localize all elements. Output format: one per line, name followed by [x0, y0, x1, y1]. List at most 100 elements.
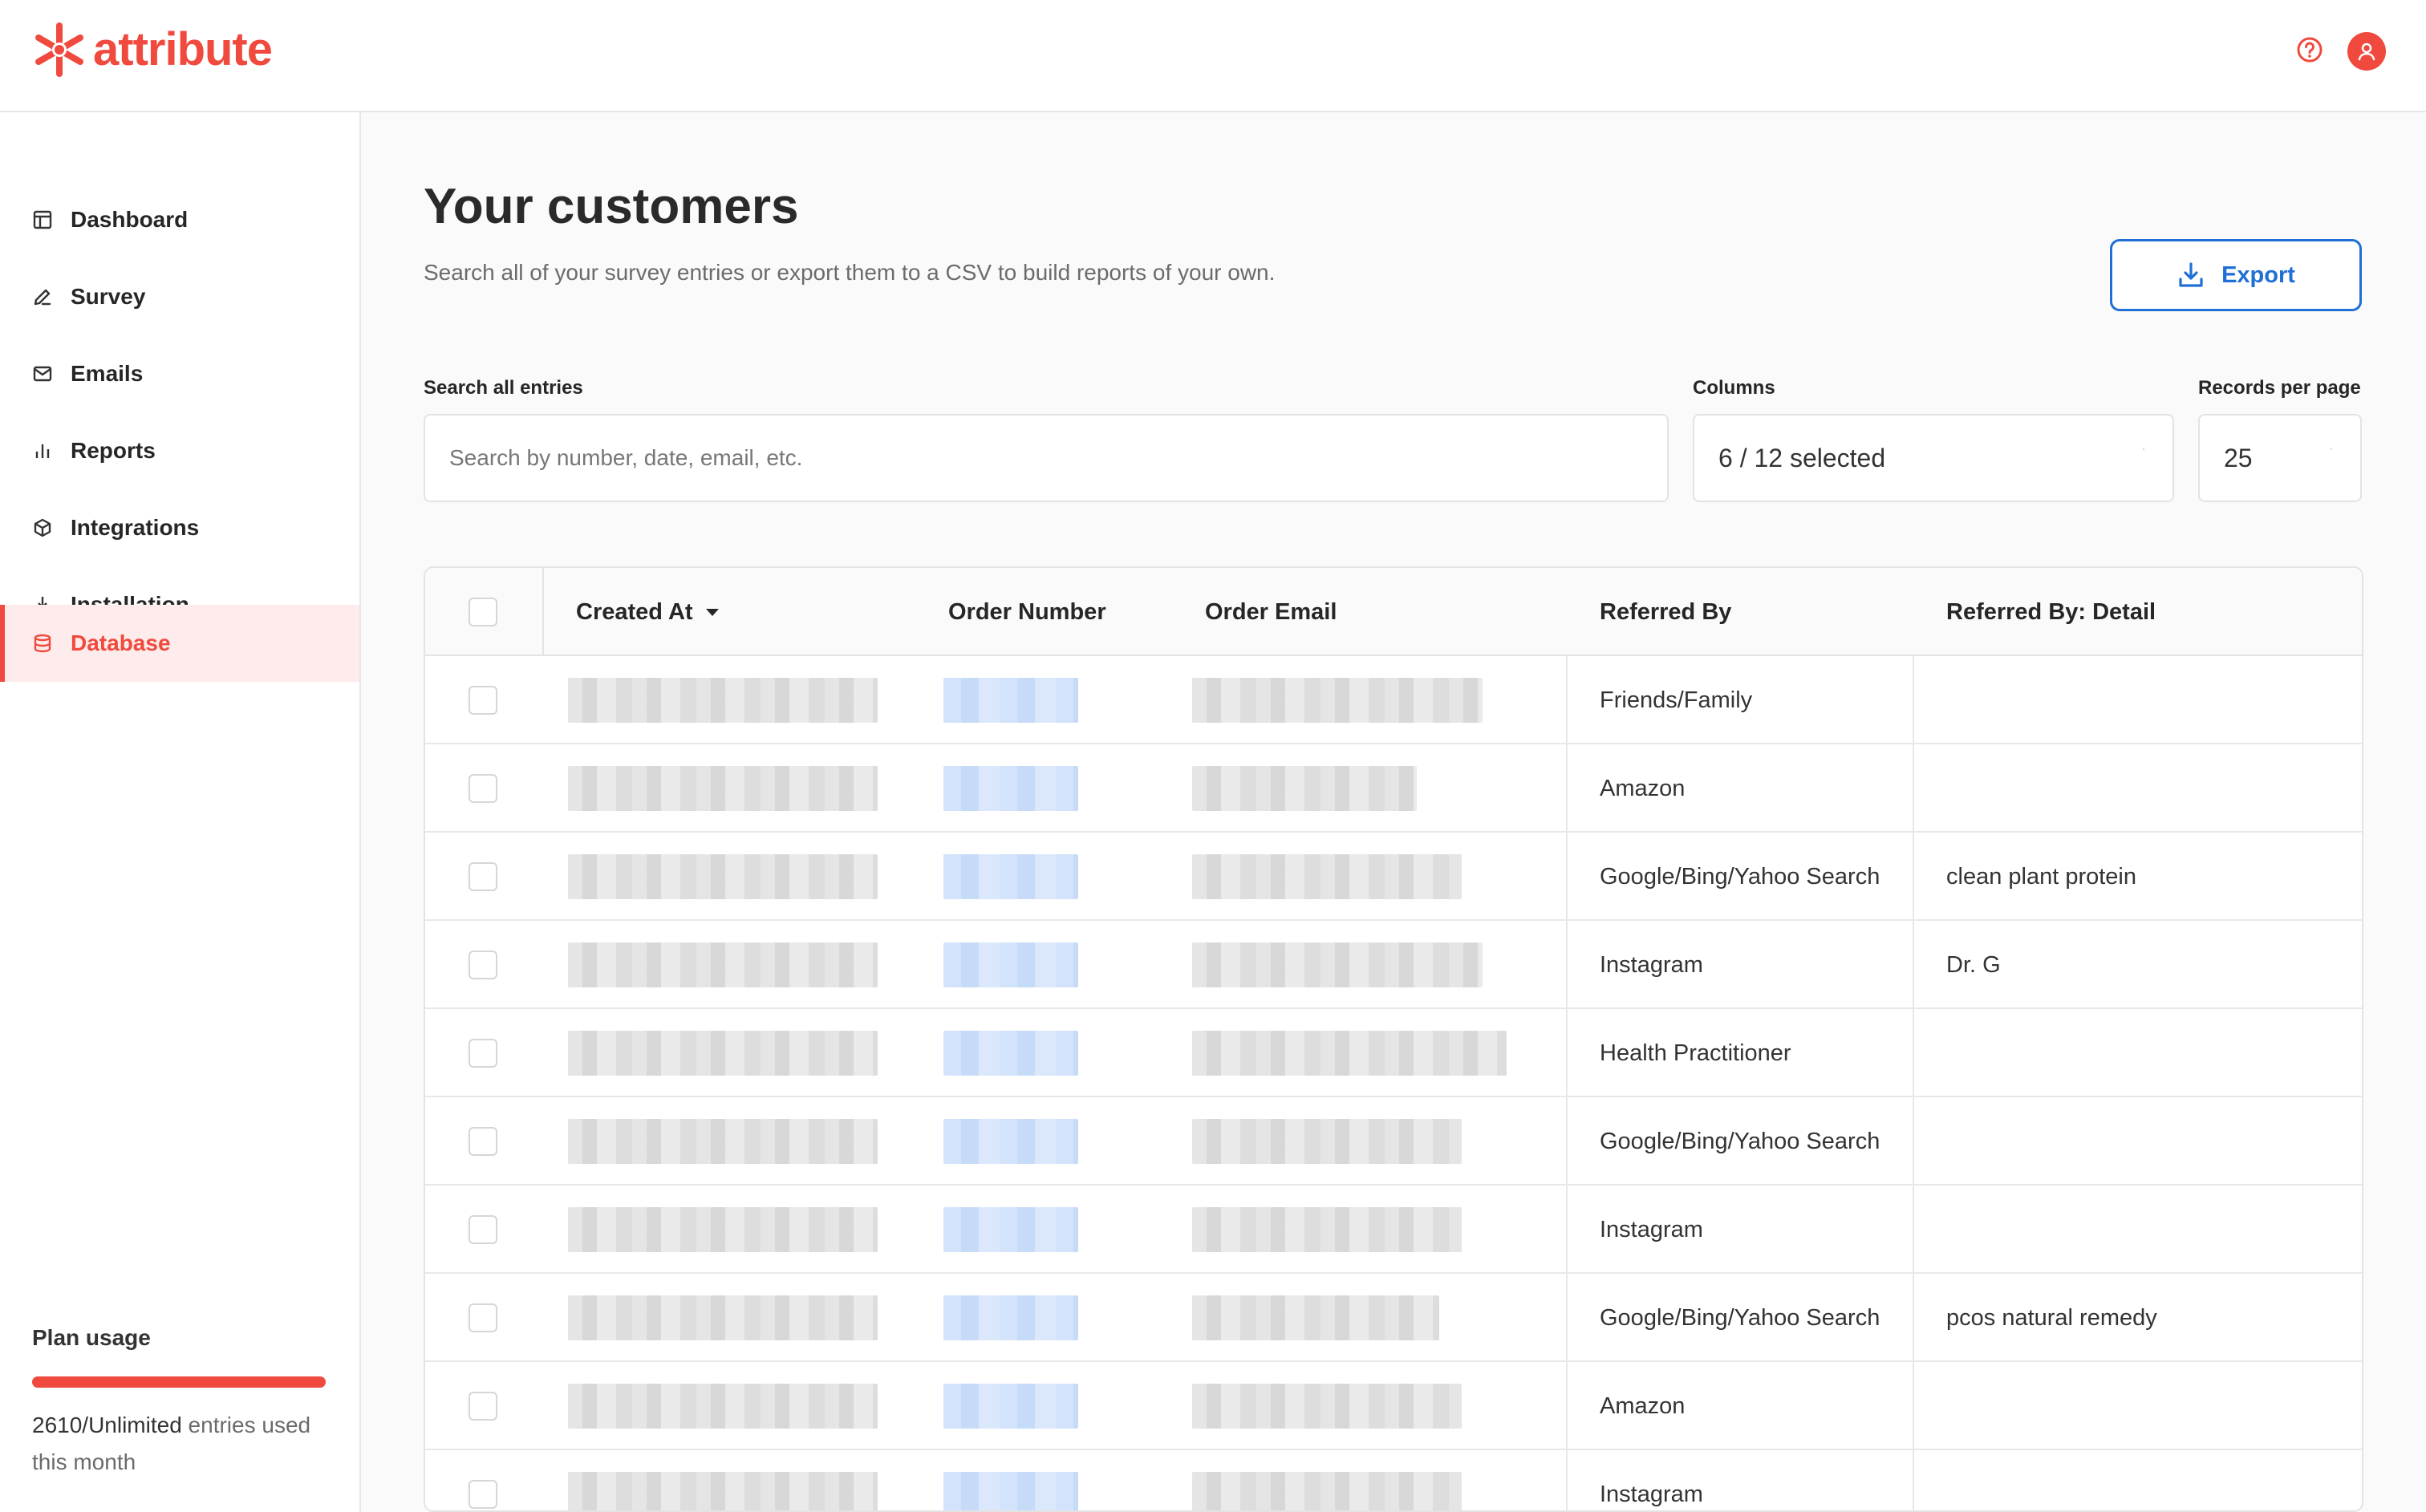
cell-divider — [1566, 921, 1568, 1009]
select-all-checkbox[interactable] — [469, 598, 497, 626]
row-checkbox[interactable] — [469, 1392, 497, 1421]
referred-by-cell: Amazon — [1600, 775, 1686, 801]
sidebar-item-label: Survey — [71, 284, 146, 309]
sidebar-item-label: Dashboard — [71, 207, 189, 232]
table-row[interactable]: Instagram — [425, 1186, 2362, 1274]
redacted-created-at — [568, 766, 878, 811]
column-header-referred-by[interactable]: Referred By — [1600, 568, 1731, 656]
sidebar-item-label: Integrations — [71, 515, 200, 540]
cell-divider — [1566, 1186, 1568, 1274]
row-checkbox[interactable] — [469, 1480, 497, 1509]
column-header-label: Created At — [576, 598, 693, 625]
cell-divider — [1566, 1450, 1568, 1510]
cell-divider — [1913, 1097, 1914, 1186]
table-row[interactable]: Health Practitioner — [425, 1009, 2362, 1097]
cell-divider — [1913, 656, 1914, 744]
plan-usage-value: 2610/Unlimited — [32, 1413, 182, 1437]
referred-by-cell: Instagram — [1600, 1216, 1703, 1242]
mail-icon — [33, 366, 52, 382]
table-row[interactable]: Friends/Family — [425, 656, 2362, 744]
columns-select-value: 6 / 12 selected — [1718, 443, 1886, 472]
customers-table: Created At Order Number Order Email Refe… — [424, 566, 2363, 1512]
redacted-order-email — [1192, 1384, 1462, 1429]
row-checkbox[interactable] — [469, 1215, 497, 1244]
app-logo[interactable]: attribute — [30, 21, 273, 79]
cell-divider — [1566, 744, 1568, 833]
search-input[interactable] — [449, 445, 1667, 471]
cube-icon — [34, 518, 51, 537]
column-header-referred-by-detail[interactable]: Referred By: Detail — [1946, 568, 2156, 656]
export-button[interactable]: Export — [2110, 239, 2362, 311]
cell-divider — [1566, 1362, 1568, 1450]
question-circle-icon[interactable] — [2296, 36, 2323, 63]
cell-divider — [1566, 1274, 1568, 1362]
plan-usage-title: Plan usage — [32, 1325, 151, 1350]
row-checkbox[interactable] — [469, 1039, 497, 1068]
referred-by-detail-cell: pcos natural remedy — [1946, 1304, 2157, 1331]
table-row[interactable]: Google/Bing/Yahoo Search — [425, 1097, 2362, 1186]
redacted-created-at — [568, 1031, 878, 1076]
redacted-created-at — [568, 942, 878, 987]
referred-by-cell: Google/Bing/Yahoo Search — [1600, 1128, 1880, 1154]
sidebar: Dashboard Survey Emails Reports Integrat… — [0, 112, 361, 1512]
redacted-order-number — [943, 1119, 1078, 1164]
app-name: attribute — [93, 23, 273, 75]
referred-by-cell: Instagram — [1600, 951, 1703, 978]
search-field — [424, 414, 1669, 502]
row-checkbox[interactable] — [469, 774, 497, 803]
row-checkbox[interactable] — [469, 686, 497, 715]
user-icon — [2358, 43, 2375, 61]
redacted-created-at — [568, 1384, 878, 1429]
sidebar-item-dashboard[interactable]: Dashboard — [0, 181, 359, 258]
sidebar-item-label: Emails — [71, 361, 144, 386]
column-header-created-at[interactable]: Created At — [576, 568, 719, 656]
columns-label: Columns — [1693, 377, 1775, 399]
column-header-order-number[interactable]: Order Number — [948, 568, 1106, 656]
redacted-created-at — [568, 1472, 878, 1510]
sidebar-item-reports[interactable]: Reports — [0, 412, 359, 489]
table-row[interactable]: Instagram — [425, 1450, 2362, 1510]
table-row[interactable]: Instagram Dr. G — [425, 921, 2362, 1009]
sidebar-item-survey[interactable]: Survey — [0, 258, 359, 335]
columns-select[interactable]: 6 / 12 selected · — [1693, 414, 2174, 502]
referred-by-detail-cell: Dr. G — [1946, 951, 2001, 978]
redacted-order-number — [943, 766, 1078, 811]
column-header-label: Referred By — [1600, 598, 1732, 625]
column-header-label: Referred By: Detail — [1946, 598, 2156, 625]
table-row[interactable]: Amazon — [425, 1362, 2362, 1450]
redacted-created-at — [568, 854, 878, 899]
sidebar-item-database[interactable]: Database — [0, 605, 359, 682]
sidebar-item-emails[interactable]: Emails — [0, 335, 359, 412]
redacted-order-number — [943, 678, 1078, 723]
column-header-order-email[interactable]: Order Email — [1205, 568, 1337, 656]
download-icon — [2179, 262, 2203, 287]
redacted-created-at — [568, 1119, 878, 1164]
referred-by-cell: Health Practitioner — [1600, 1040, 1791, 1066]
redacted-order-email — [1192, 854, 1462, 899]
records-per-page-select[interactable]: 25 · — [2198, 414, 2362, 502]
redacted-order-number — [943, 942, 1078, 987]
row-checkbox[interactable] — [469, 1127, 497, 1156]
cell-divider — [1566, 1009, 1568, 1097]
row-checkbox[interactable] — [469, 951, 497, 979]
user-avatar[interactable] — [2347, 32, 2386, 71]
redacted-order-email — [1192, 1472, 1462, 1510]
page-title: Your customers — [424, 179, 799, 234]
redacted-order-number — [943, 854, 1078, 899]
cell-divider — [1913, 833, 1914, 921]
main-content: Your customers Search all of your survey… — [361, 112, 2426, 1512]
cell-divider — [1566, 833, 1568, 921]
table-row[interactable]: Google/Bing/Yahoo Search clean plant pro… — [425, 833, 2362, 921]
redacted-order-number — [943, 1472, 1078, 1510]
sidebar-item-label: Reports — [71, 438, 156, 463]
table-row[interactable]: Google/Bing/Yahoo Search pcos natural re… — [425, 1274, 2362, 1362]
cell-divider — [1913, 1450, 1914, 1510]
row-checkbox[interactable] — [469, 1303, 497, 1332]
row-checkbox[interactable] — [469, 862, 497, 891]
table-header: Created At Order Number Order Email Refe… — [425, 568, 2362, 656]
redacted-order-email — [1192, 1207, 1462, 1252]
sidebar-item-label: Database — [71, 630, 171, 655]
sidebar-item-integrations[interactable]: Integrations — [0, 489, 359, 566]
table-row[interactable]: Amazon — [425, 744, 2362, 833]
referred-by-cell: Google/Bing/Yahoo Search — [1600, 1304, 1880, 1331]
